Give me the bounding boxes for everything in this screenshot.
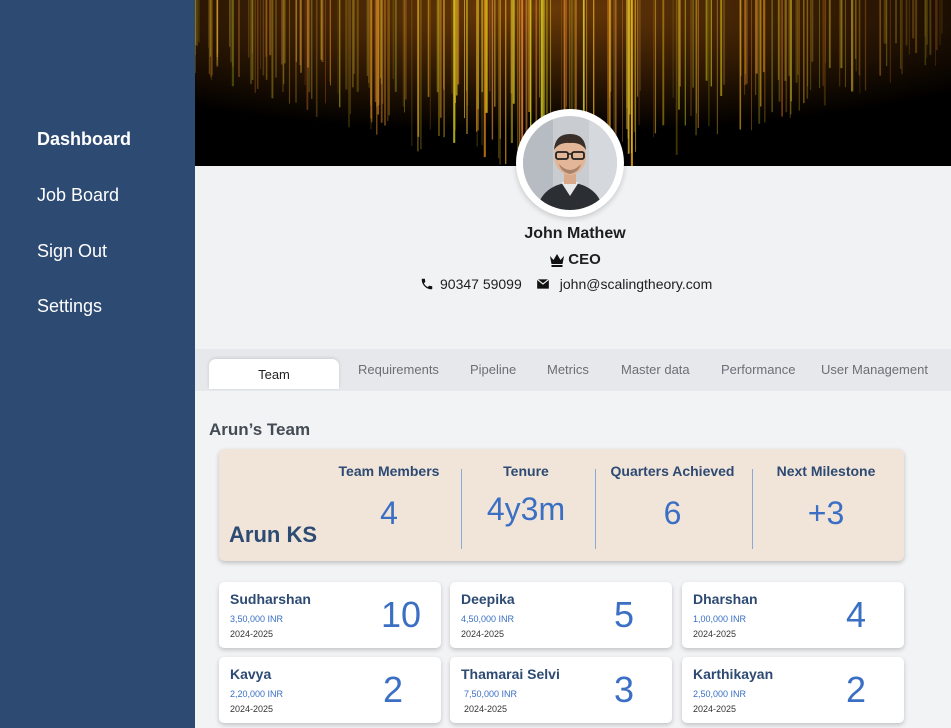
stat-value: +3 [807,495,845,531]
stat-value: 4 [380,495,398,531]
member-card[interactable]: Dharshan 1,00,000 INR 2024-2025 4 [682,582,904,648]
member-salary: 3,50,000 INR [230,614,284,624]
tab-user-management[interactable]: User Management [821,362,928,377]
member-count: 5 [613,594,634,635]
member-name: Karthikayan [693,666,774,682]
stat-next-milestone: Next Milestone +3 [761,463,891,532]
profile-name: John Mathew [524,225,626,242]
member-name: Thamarai Selvi [461,666,560,682]
stat-team-members: Team Members 4 [329,463,449,532]
phone-icon [421,278,433,290]
tab-pipeline[interactable]: Pipeline [470,362,516,377]
member-salary: 7,50,000 INR [464,689,518,699]
member-name: Sudharshan [230,591,311,607]
stat-label: Quarters Achieved [610,463,735,479]
contact-row: 90347 59099 john@scalingtheory.com [420,276,740,292]
phone-number[interactable]: 90347 59099 [440,276,522,292]
tab-performance[interactable]: Performance [721,362,795,377]
tab-requirements[interactable]: Requirements [358,362,439,377]
crown-icon [550,253,565,267]
member-card[interactable]: Kavya 2,20,000 INR 2024-2025 2 [219,657,441,723]
profile-role-label: CEO [568,251,601,268]
member-count: 3 [613,669,634,710]
member-salary: 2,50,000 INR [693,689,747,699]
nav-job-board[interactable]: Job Board [37,185,119,206]
tab-master-data[interactable]: Master data [621,362,690,377]
stat-label: Team Members [338,463,440,479]
member-year: 2024-2025 [464,704,508,714]
email-address[interactable]: john@scalingtheory.com [560,276,712,292]
member-salary: 2,20,000 INR [230,689,284,699]
member-year: 2024-2025 [230,704,274,714]
member-count: 4 [845,594,866,635]
nav-sign-out[interactable]: Sign Out [37,241,107,262]
member-year: 2024-2025 [230,629,274,639]
member-card[interactable]: Deepika 4,50,000 INR 2024-2025 5 [450,582,672,648]
mail-icon [536,278,549,289]
member-name: Dharshan [693,591,758,607]
member-year: 2024-2025 [693,704,737,714]
member-card[interactable]: Karthikayan 2,50,000 INR 2024-2025 2 [682,657,904,723]
profile-role: CEO [475,251,675,268]
member-year: 2024-2025 [461,629,505,639]
team-lead-name: Arun KS [229,522,317,547]
team-summary-card: Arun KS Team Members 4 Tenure 4y3m Quart… [219,449,904,561]
divider [595,469,596,549]
stat-value: 4y3m [486,491,566,527]
divider [752,469,753,549]
member-count: 2 [382,669,403,710]
member-salary: 4,50,000 INR [461,614,515,624]
nav-dashboard[interactable]: Dashboard [37,129,131,150]
stat-tenure: Tenure 4y3m [466,463,586,528]
member-card[interactable]: Thamarai Selvi 7,50,000 INR 2024-2025 3 [450,657,672,723]
tab-team[interactable]: Team [209,359,339,389]
member-count: 2 [845,669,866,710]
stat-label: Next Milestone [776,463,876,479]
sidebar: Dashboard Job Board Sign Out Settings [0,0,195,728]
tab-bar: Team Requirements Pipeline Metrics Maste… [195,349,951,391]
nav-settings[interactable]: Settings [37,296,102,317]
member-name: Kavya [230,666,272,682]
member-name: Deepika [461,591,515,607]
member-year: 2024-2025 [693,629,737,639]
member-card[interactable]: Sudharshan 3,50,000 INR 2024-2025 10 [219,582,441,648]
stat-label: Tenure [503,463,549,479]
member-salary: 1,00,000 INR [693,614,747,624]
member-count: 10 [380,594,421,635]
team-title: Arun’s Team [209,420,311,439]
divider [461,469,462,549]
tab-metrics[interactable]: Metrics [547,362,589,377]
stat-value: 6 [663,495,682,531]
avatar[interactable] [523,116,617,210]
avatar-frame [516,109,624,217]
stat-quarters-achieved: Quarters Achieved 6 [604,463,741,532]
